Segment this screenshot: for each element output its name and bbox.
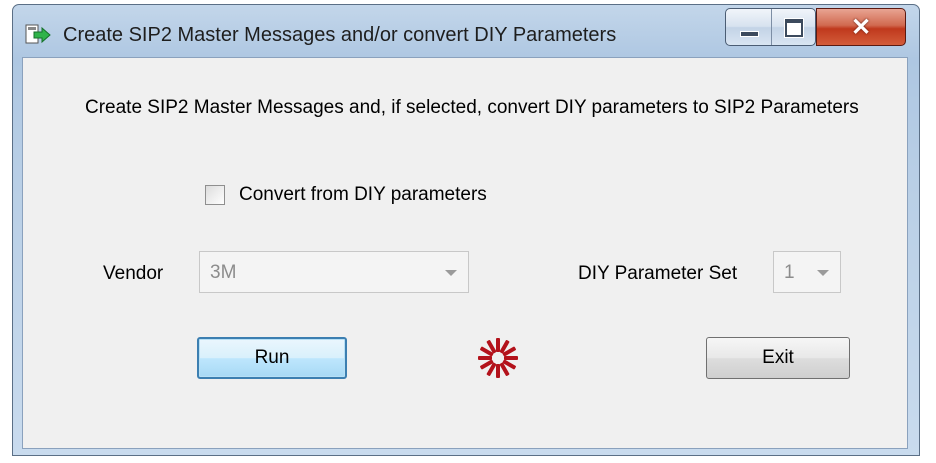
close-icon: ✕	[850, 13, 872, 41]
diy-parameter-set-value: 1	[784, 262, 795, 283]
convert-checkbox-label[interactable]: Convert from DIY parameters	[239, 184, 487, 206]
description-text: Create SIP2 Master Messages and, if sele…	[85, 97, 859, 118]
vendor-value: 3M	[210, 262, 237, 283]
vendor-dropdown[interactable]: 3M	[199, 251, 469, 293]
window-controls	[725, 8, 816, 46]
chevron-down-icon	[817, 270, 829, 276]
spinner-ray	[496, 364, 500, 378]
dialog-window: Create SIP2 Master Messages and/or conve…	[12, 4, 920, 456]
run-button[interactable]: Run	[197, 337, 347, 379]
diy-parameter-set-dropdown[interactable]: 1	[773, 251, 841, 293]
convert-checkbox[interactable]	[205, 185, 225, 205]
busy-spinner-icon	[476, 336, 520, 380]
window-title: Create SIP2 Master Messages and/or conve…	[63, 24, 617, 46]
close-button[interactable]: ✕	[816, 8, 906, 46]
arrow-window-icon	[25, 24, 51, 44]
exit-button[interactable]: Exit	[706, 337, 850, 379]
title-bar[interactable]: Create SIP2 Master Messages and/or conve…	[13, 5, 919, 59]
minimize-button[interactable]	[726, 9, 772, 45]
diy-parameter-set-label: DIY Parameter Set	[578, 263, 738, 284]
spinner-ray	[478, 356, 492, 360]
dialog-body: Create SIP2 Master Messages and, if sele…	[22, 57, 908, 449]
convert-checkbox-row[interactable]: Convert from DIY parameters	[205, 184, 487, 206]
chevron-down-icon	[445, 270, 457, 276]
maximize-icon	[785, 19, 803, 37]
vendor-label: Vendor	[103, 263, 164, 284]
minimize-icon	[740, 31, 759, 37]
maximize-button[interactable]	[771, 9, 815, 45]
